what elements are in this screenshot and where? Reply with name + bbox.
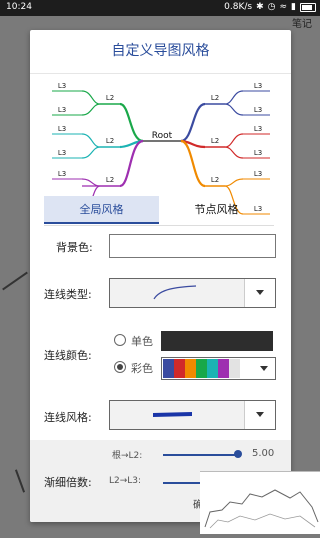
slider-root-l2-label: 根→L2: (112, 451, 143, 461)
overlay-thumbnail[interactable] (200, 471, 320, 534)
line-color-label: 连线颜色: (44, 349, 92, 362)
curve-line-icon (153, 285, 197, 300)
slider-root-l2-value: 5.00 (252, 448, 275, 459)
l2-node: L2 (106, 137, 114, 145)
slider-root-l2-thumb[interactable] (234, 450, 242, 458)
l2-node: L2 (211, 137, 219, 145)
line-type-label: 连线类型: (44, 288, 92, 301)
l3-node: L3 (58, 82, 66, 90)
l3-node: L3 (58, 125, 66, 133)
l3-node: L3 (58, 149, 66, 157)
battery-icon (300, 2, 316, 12)
l3-node: L3 (58, 106, 66, 114)
l2-node: L2 (106, 94, 114, 102)
slider-root-l2-track[interactable] (163, 454, 238, 456)
l3-node: L3 (254, 125, 262, 133)
background-color-label: 背景色: (56, 241, 93, 254)
chevron-down-icon (244, 279, 275, 307)
l3-node: L3 (254, 149, 262, 157)
terrain-sketch-image (204, 489, 319, 529)
net-speed: 0.8K/s (224, 2, 253, 12)
style-dialog: 自定义导图风格 Root L2 L2 L2 L2 L2 L2 L3 L3 L3 … (30, 30, 291, 522)
taper-label: 渐细倍数: (44, 476, 92, 489)
l3-node: L3 (58, 170, 66, 178)
chevron-down-icon (244, 401, 275, 429)
taper-line-icon (153, 412, 192, 417)
status-time: 10:24 (6, 2, 32, 12)
l2-node: L2 (211, 94, 219, 102)
line-style-label: 连线风格: (44, 411, 92, 424)
l2-node: L2 (106, 176, 114, 184)
status-icons: 0.8K/s ✱ ◷ ≈ ▮ (224, 2, 316, 12)
status-bar: 10:24 0.8K/s ✱ ◷ ≈ ▮ (0, 0, 320, 16)
multi-color-label: 彩色 (131, 362, 153, 375)
multi-color-radio[interactable] (114, 361, 126, 373)
divider (44, 225, 274, 226)
slider-l2-l3-label: L2→L3: (109, 476, 142, 486)
color-palette-select[interactable] (161, 357, 276, 380)
background-branch (14, 469, 26, 493)
alarm-icon: ◷ (267, 2, 276, 12)
l3-node: L3 (254, 106, 262, 114)
single-color-swatch[interactable] (161, 331, 273, 351)
bluetooth-icon: ✱ (256, 2, 264, 12)
background-color-input[interactable] (109, 234, 276, 258)
l3-node: L3 (254, 170, 262, 178)
single-color-label: 单色 (131, 335, 153, 348)
l3-node: L3 (254, 82, 262, 90)
signal-icon: ▮ (291, 2, 296, 12)
line-style-select[interactable] (109, 400, 276, 430)
chevron-down-icon (260, 366, 268, 371)
wifi-icon: ≈ (279, 2, 288, 12)
tab-global-style[interactable]: 全局风格 (44, 196, 159, 224)
background-branch (2, 271, 28, 291)
single-color-radio[interactable] (114, 334, 126, 346)
l2-node: L2 (211, 176, 219, 184)
line-type-select[interactable] (109, 278, 276, 308)
style-tabs: 全局风格 节点风格 (44, 196, 274, 224)
color-palette-strip (163, 359, 240, 378)
root-node: Root (152, 131, 173, 141)
background-note: 笔记 (292, 19, 312, 30)
tab-node-style[interactable]: 节点风格 (159, 196, 274, 224)
dialog-title: 自定义导图风格 (111, 43, 210, 59)
